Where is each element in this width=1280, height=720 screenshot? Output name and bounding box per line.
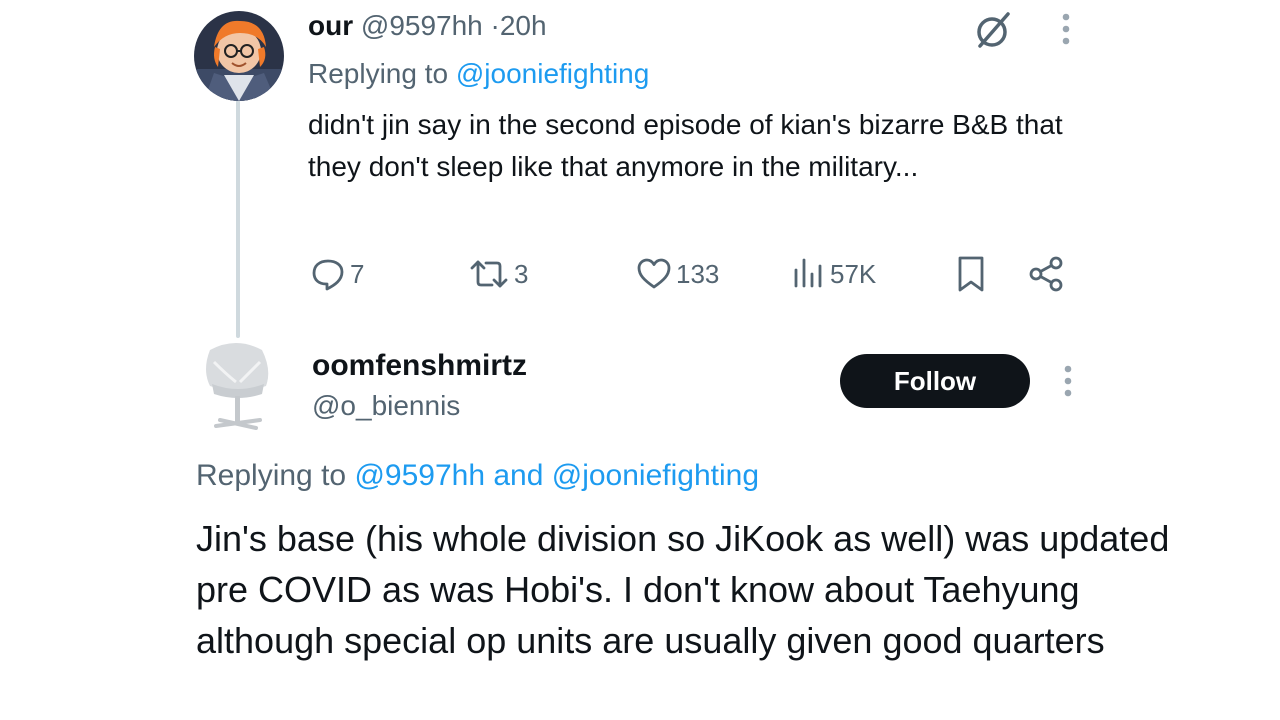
- avatar[interactable]: [194, 11, 284, 101]
- heart-icon: [636, 256, 672, 292]
- display-name[interactable]: our: [308, 10, 353, 41]
- avatar[interactable]: [196, 340, 280, 436]
- reply-icon: [310, 256, 346, 292]
- thread-line: [236, 100, 240, 338]
- grok-icon[interactable]: [970, 10, 1016, 50]
- handle[interactable]: @9597hh: [361, 10, 483, 41]
- share-icon: [1026, 254, 1066, 294]
- replying-to: Replying to @jooniefighting: [308, 54, 649, 94]
- tweet-text: didn't jin say in the second episode of …: [308, 109, 1063, 182]
- repost-count: 3: [514, 258, 529, 289]
- replying-prefix: Replying to: [308, 58, 449, 89]
- mention-link[interactable]: @jooniefighting: [456, 58, 649, 89]
- reply-button[interactable]: 7: [310, 252, 364, 296]
- views-count: 57K: [830, 258, 877, 289]
- views-button[interactable]: 57K: [792, 252, 876, 296]
- bookmark-icon: [954, 254, 988, 294]
- like-count: 133: [676, 258, 720, 289]
- mention-link[interactable]: @9597hh: [354, 459, 485, 492]
- tweet-header: our @9597hh ·20h: [308, 6, 547, 46]
- views-chart-icon: [792, 256, 826, 292]
- bookmark-button[interactable]: [954, 252, 988, 296]
- display-name[interactable]: oomfenshmirtz: [312, 346, 527, 386]
- tweet-text: Jin's base (his whole division so JiKook…: [196, 518, 1170, 661]
- repost-icon: [468, 256, 510, 292]
- reply-count: 7: [350, 258, 365, 289]
- replying-to: Replying to @9597hh and @jooniefighting: [196, 456, 759, 496]
- more-vertical-icon[interactable]: [1058, 364, 1078, 398]
- handle[interactable]: @o_biennis: [312, 386, 460, 426]
- repost-button[interactable]: 3: [468, 252, 528, 296]
- follow-button[interactable]: Follow: [840, 354, 1030, 408]
- more-vertical-icon[interactable]: [1056, 12, 1076, 46]
- like-button[interactable]: 133: [636, 252, 719, 296]
- separator: ·: [490, 10, 500, 41]
- replying-prefix: Replying to: [196, 459, 347, 492]
- timestamp[interactable]: 20h: [500, 10, 547, 41]
- mention-link[interactable]: @jooniefighting: [552, 459, 759, 492]
- replying-and: and: [493, 459, 544, 492]
- share-button[interactable]: [1026, 252, 1066, 296]
